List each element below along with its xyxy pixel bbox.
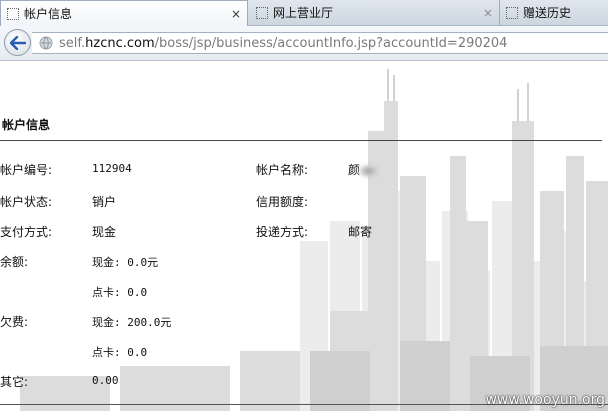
arrears-label: 欠费: (0, 315, 29, 329)
url-path: /boss/jsp/business/accountInfo.jsp?accou… (154, 35, 508, 51)
account-name-label: 帐户名称: (256, 163, 309, 177)
url-prefix: self. (59, 35, 86, 51)
credit-label: 信用额度: (256, 195, 309, 209)
close-icon[interactable]: × (229, 7, 243, 21)
payment-value: 现金 (92, 225, 117, 239)
arrears-card: 点卡: 0.0 (92, 346, 148, 359)
account-name-value: 颜 (348, 161, 381, 178)
page-icon (7, 7, 19, 20)
tab-gift-history[interactable]: 赠送历史 (500, 0, 608, 25)
balance-label: 余额: (0, 255, 29, 269)
watermark-text: www.wooyun.org (485, 392, 605, 408)
page-icon (506, 6, 518, 19)
tab-label: 帐户信息 (24, 7, 73, 21)
page-content: 帐户信息 帐户编号: 112904 帐户名称: 颜 帐户状态: 销户 信用额度:… (0, 61, 608, 411)
globe-icon (39, 36, 53, 50)
balance-card: 点卡: 0.0 (92, 286, 148, 299)
tab-strip: 帐户信息 × 网上营业厅 × 赠送历史 (0, 0, 608, 26)
url-text: self.hzcnc.com/boss/jsp/business/account… (59, 36, 507, 51)
url-domain: hzcnc.com (85, 35, 155, 51)
status-label: 帐户状态: (0, 195, 53, 209)
redacted-blur (358, 163, 381, 178)
payment-label: 支付方式: (0, 225, 53, 239)
status-value: 销户 (92, 195, 117, 209)
address-bar[interactable]: self.hzcnc.com/boss/jsp/business/account… (32, 32, 608, 54)
account-no-value: 112904 (92, 162, 132, 175)
other-value: 0.00 (92, 374, 119, 387)
tab-online-hall[interactable]: 网上营业厅 × (250, 0, 500, 25)
back-button[interactable] (4, 29, 31, 56)
back-arrow-icon (9, 35, 26, 50)
section-title: 帐户信息 (2, 118, 51, 132)
close-icon[interactable]: × (481, 6, 495, 20)
arrears-cash: 现金: 200.0元 (92, 316, 172, 329)
account-no-label: 帐户编号: (0, 163, 53, 177)
tab-label: 网上营业厅 (273, 6, 334, 20)
other-label: 其它: (0, 375, 29, 389)
navigation-bar: self.hzcnc.com/boss/jsp/business/account… (0, 26, 608, 61)
delivery-value: 邮寄 (348, 225, 373, 239)
tab-label: 赠送历史 (523, 6, 572, 20)
tab-account-info[interactable]: 帐户信息 × (0, 0, 248, 26)
title-divider (0, 140, 602, 141)
page-icon (256, 6, 268, 19)
delivery-label: 投递方式: (256, 225, 309, 239)
balance-cash: 现金: 0.0元 (92, 256, 159, 269)
